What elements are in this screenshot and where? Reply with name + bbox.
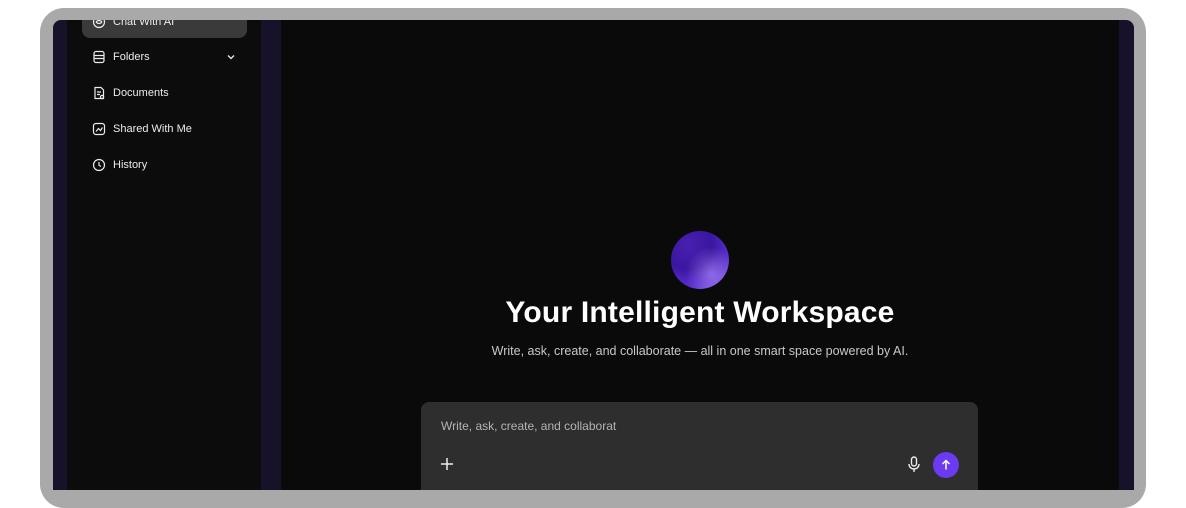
sidebar-item-label: Chat With AI — [113, 20, 175, 28]
main-panel: Your Intelligent Workspace Write, ask, c… — [281, 20, 1119, 490]
sidebar: Chat With AI Folders Documents Shared Wi… — [67, 20, 261, 490]
sidebar-item-chat-with-ai[interactable]: Chat With AI — [82, 20, 247, 38]
shared-icon — [92, 122, 106, 136]
sidebar-item-history[interactable]: History — [82, 149, 247, 181]
sidebar-item-label: Folders — [113, 51, 150, 63]
sidebar-item-documents[interactable]: Documents — [82, 77, 247, 109]
ai-orb-logo — [671, 231, 729, 289]
documents-icon — [92, 86, 106, 100]
sidebar-item-label: Documents — [113, 87, 169, 99]
page-subtitle: Write, ask, create, and collaborate — al… — [491, 344, 909, 358]
chat-composer — [421, 402, 978, 490]
send-button[interactable] — [933, 452, 959, 478]
sidebar-item-shared-with-me[interactable]: Shared With Me — [82, 113, 247, 145]
sidebar-item-label: Shared With Me — [113, 123, 192, 135]
chat-input[interactable] — [439, 416, 903, 436]
history-icon — [92, 158, 106, 172]
arrow-up-icon — [941, 459, 951, 470]
folders-icon — [92, 50, 106, 64]
app-window: Chat With AI Folders Documents Shared Wi… — [53, 20, 1134, 490]
microphone-icon[interactable] — [906, 456, 922, 473]
ai-chat-icon — [92, 20, 106, 29]
page-title: Your Intelligent Workspace — [505, 296, 895, 329]
sidebar-item-folders[interactable]: Folders — [82, 41, 247, 73]
chevron-down-icon[interactable] — [225, 51, 237, 63]
plus-icon[interactable] — [439, 456, 455, 472]
sidebar-item-label: History — [113, 159, 148, 171]
